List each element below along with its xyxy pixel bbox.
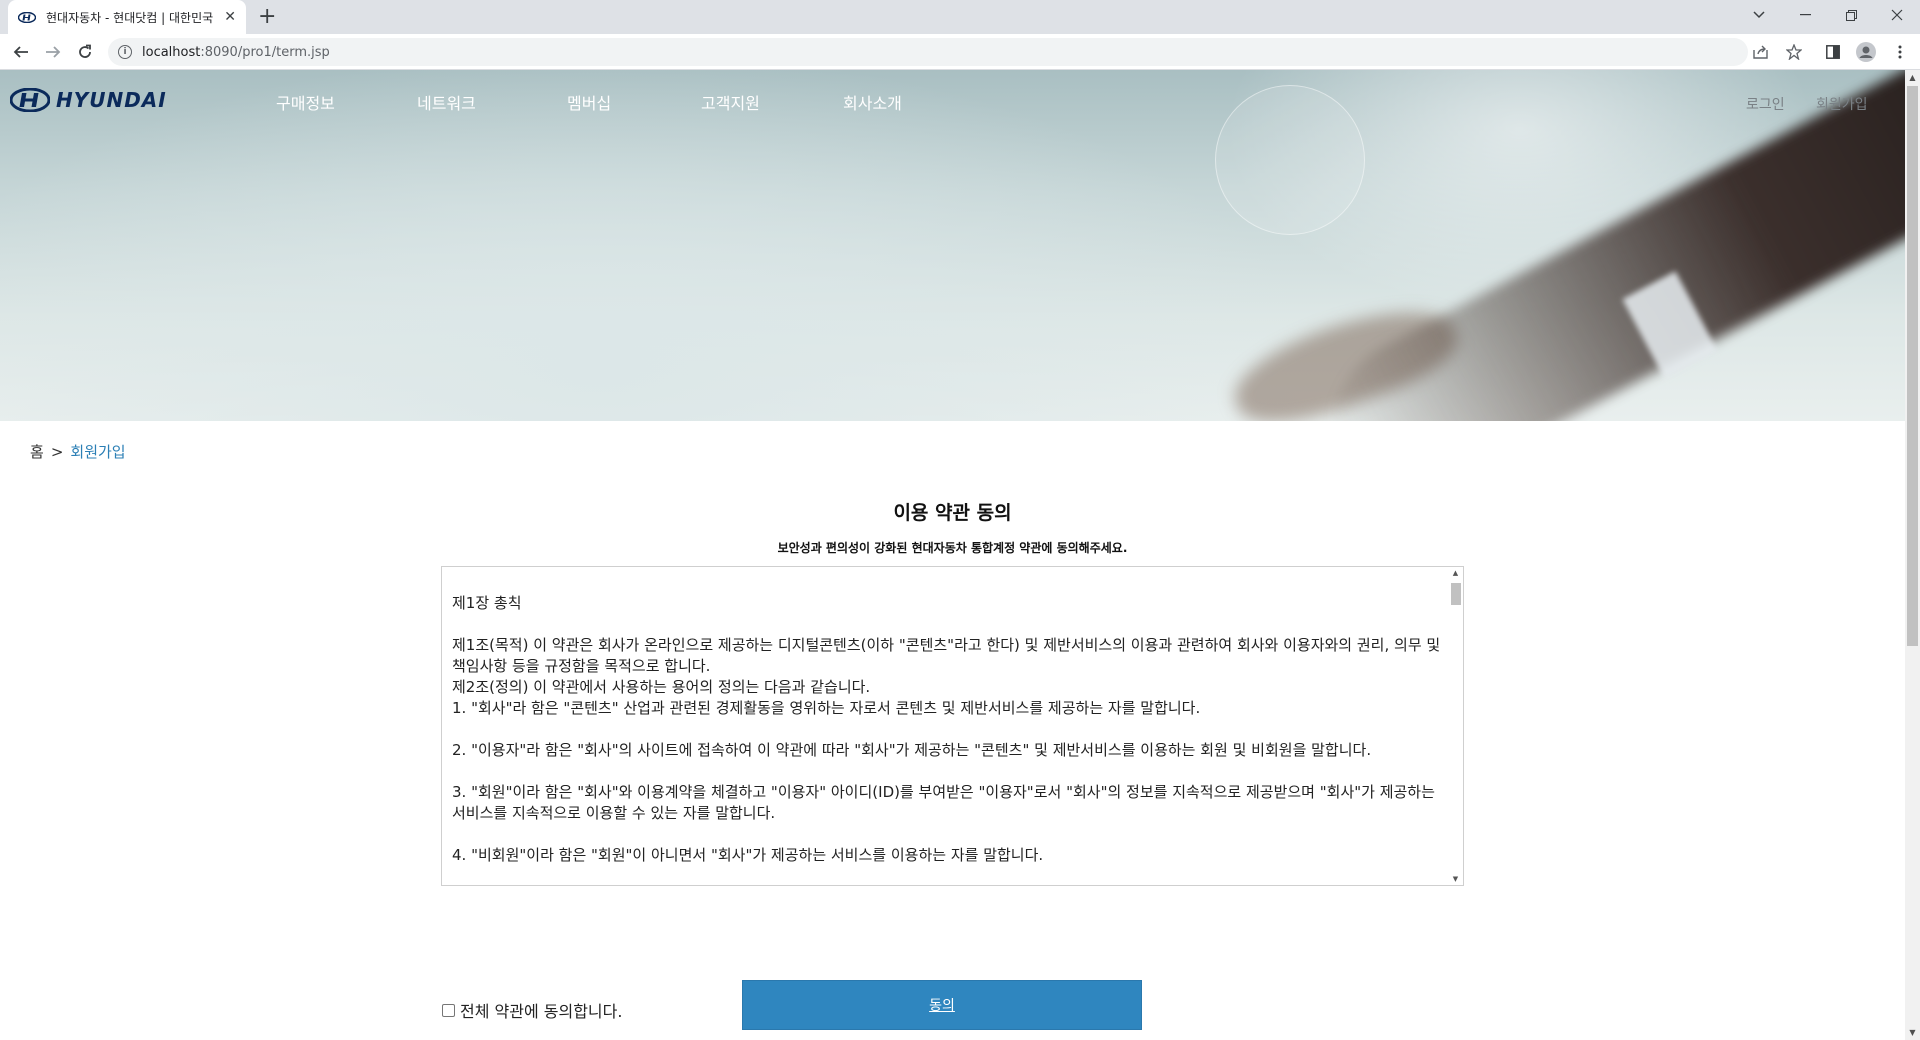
terms-textarea[interactable]: 제1장 총칙 제1조(목적) 이 약관은 회사가 온라인으로 제공하는 디지털콘…	[441, 566, 1464, 886]
tab-search-icon[interactable]	[1736, 0, 1782, 30]
site-info-icon[interactable]: i	[118, 45, 132, 59]
tab-close-icon[interactable]: ✕	[224, 10, 236, 24]
hyundai-logo[interactable]: HYUNDAI	[10, 88, 167, 112]
scroll-up-arrow-icon[interactable]: ▲	[1448, 567, 1463, 579]
breadcrumb-current[interactable]: 회원가입	[70, 441, 125, 462]
agree-all-row[interactable]: 전체 약관에 동의합니다.	[442, 998, 622, 1022]
address-bar[interactable]: i localhost:8090/pro1/term.jsp	[108, 38, 1748, 66]
close-window-icon[interactable]	[1874, 0, 1920, 30]
agree-all-checkbox[interactable]	[442, 1003, 455, 1017]
tab-title: 현대자동차 - 현대닷컴 | 대한민국	[46, 10, 214, 25]
hero-arm-image	[1295, 70, 1905, 421]
page-scroll-down-icon[interactable]: ▼	[1905, 1025, 1920, 1040]
signup-link[interactable]: 회원가입	[1816, 94, 1868, 114]
page-viewport: HYUNDAI 구매정보 네트워크 멤버십 고객지원 회사소개 로그인 회원가입…	[0, 70, 1905, 1040]
browser-tab-strip: 현대자동차 - 현대닷컴 | 대한민국 ✕ +	[0, 0, 1920, 34]
side-panel-icon[interactable]	[1823, 42, 1843, 62]
profile-avatar-icon[interactable]	[1856, 42, 1876, 62]
nav-item-membership[interactable]: 멤버십	[567, 90, 611, 114]
login-link[interactable]: 로그인	[1746, 94, 1785, 114]
hyundai-emblem-icon	[10, 88, 50, 112]
share-icon[interactable]	[1751, 42, 1771, 62]
terms-scroll-thumb[interactable]	[1451, 583, 1461, 605]
restore-icon[interactable]	[1828, 0, 1874, 30]
hero-light-flare	[1215, 85, 1365, 235]
new-tab-icon[interactable]: +	[258, 4, 276, 30]
reload-icon[interactable]	[73, 40, 97, 64]
terms-text: 제1장 총칙 제1조(목적) 이 약관은 회사가 온라인으로 제공하는 디지털콘…	[452, 594, 1441, 864]
browser-toolbar: i localhost:8090/pro1/term.jsp	[0, 34, 1920, 70]
forward-icon[interactable]	[41, 40, 65, 64]
address-url: localhost:8090/pro1/term.jsp	[142, 44, 330, 60]
nav-item-network[interactable]: 네트워크	[417, 90, 476, 114]
bookmark-star-icon[interactable]	[1784, 42, 1804, 62]
nav-item-purchase[interactable]: 구매정보	[276, 90, 335, 114]
nav-item-company[interactable]: 회사소개	[843, 90, 902, 114]
back-icon[interactable]	[9, 40, 33, 64]
browser-menu-icon[interactable]	[1890, 42, 1910, 62]
minimize-icon[interactable]	[1782, 0, 1828, 30]
hyundai-favicon-icon	[18, 11, 36, 23]
breadcrumb: 홈 > 회원가입	[30, 441, 126, 462]
agree-button[interactable]: 동의	[742, 980, 1142, 1030]
breadcrumb-home[interactable]: 홈	[30, 441, 44, 462]
scroll-down-arrow-icon[interactable]: ▼	[1448, 873, 1463, 885]
logo-wordmark: HYUNDAI	[56, 88, 167, 112]
nav-item-customer-support[interactable]: 고객지원	[701, 90, 760, 114]
breadcrumb-separator: >	[50, 442, 64, 461]
terms-scrollbar[interactable]: ▲ ▼	[1448, 567, 1463, 885]
page-scroll-thumb[interactable]	[1907, 86, 1918, 646]
page-title: 이용 약관 동의	[893, 502, 1012, 524]
browser-tab[interactable]: 현대자동차 - 현대닷컴 | 대한민국 ✕	[8, 0, 246, 34]
page-scrollbar[interactable]: ▲ ▼	[1905, 70, 1920, 1040]
page-scroll-up-icon[interactable]: ▲	[1905, 70, 1920, 85]
page-subtitle: 보안성과 편의성이 강화된 현대자동차 통합계정 약관에 동의해주세요.	[777, 541, 1128, 555]
hero-banner: HYUNDAI 구매정보 네트워크 멤버십 고객지원 회사소개 로그인 회원가입	[0, 70, 1905, 421]
agree-all-label[interactable]: 전체 약관에 동의합니다.	[460, 998, 622, 1022]
